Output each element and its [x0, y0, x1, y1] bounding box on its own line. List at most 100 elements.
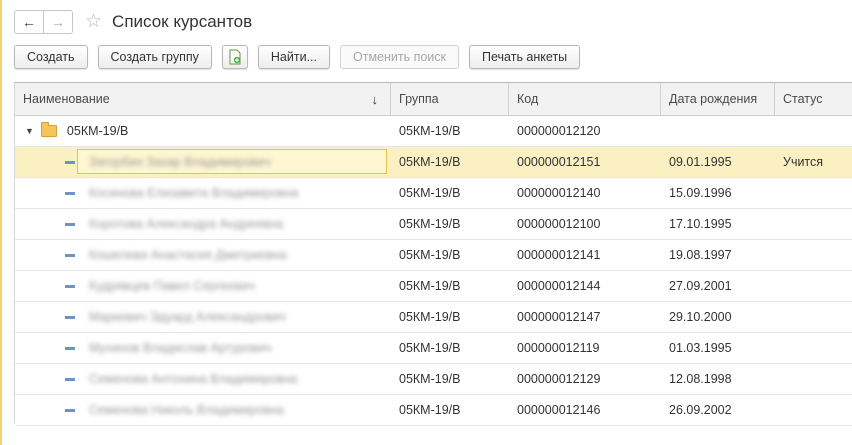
table-row[interactable]: Мухинов Владислав Артурович 05КМ-19/В 00…	[15, 333, 852, 364]
student-name: Косинова Елизавета Владимировна	[89, 186, 299, 200]
status-cell	[775, 178, 852, 208]
page-title: Список курсантов	[112, 12, 253, 31]
group-cell: 05КМ-19/В	[399, 341, 461, 355]
table-header: Наименование ↓ Группа Код Дата рождения …	[15, 83, 852, 116]
nav-buttons: ← →	[14, 10, 73, 34]
name-cell: Семенова Николь Владимировна	[15, 395, 391, 425]
name-cell: Кудрявцев Павел Сергеевич	[15, 271, 391, 301]
code-cell: 000000012119	[517, 341, 600, 355]
window-accent-line	[0, 0, 2, 445]
group-cell: 05КМ-19/В	[399, 310, 461, 324]
birth-cell: 27.09.2001	[669, 279, 732, 293]
code-cell: 000000012144	[517, 279, 601, 293]
table-row[interactable]: Маркевич Эдуард Александрович 05КМ-19/В …	[15, 302, 852, 333]
status-cell	[775, 395, 852, 425]
group-cell: 05КМ-19/В	[399, 403, 461, 417]
code-cell: 000000012129	[517, 372, 601, 386]
birth-cell: 12.08.1998	[669, 372, 732, 386]
group-cell: 05КМ-19/В	[399, 372, 461, 386]
group-row[interactable]: ▼ 05КМ-19/В 05КМ-19/В 000000012120	[15, 116, 852, 147]
item-dash-icon	[65, 315, 75, 319]
column-header-birth[interactable]: Дата рождения	[661, 83, 775, 115]
student-name: Загорбин Захар Владимирович	[89, 155, 271, 169]
status-cell	[775, 364, 852, 394]
table-row[interactable]: Семенова Антонина Владимировна 05КМ-19/В…	[15, 364, 852, 395]
table-row[interactable]: Семенова Николь Владимировна 05КМ-19/В 0…	[15, 395, 852, 426]
birth-cell: 17.10.1995	[669, 217, 732, 231]
status-cell	[775, 116, 852, 146]
name-cell: Загорбин Захар Владимирович	[15, 147, 391, 177]
birth-cell	[661, 116, 775, 146]
copy-button[interactable]	[221, 45, 248, 69]
copy-document-icon	[229, 49, 241, 65]
item-dash-icon	[65, 222, 75, 226]
item-dash-icon	[65, 191, 75, 195]
student-name: Коротова Александра Андреевна	[89, 217, 284, 231]
star-icon[interactable]: ☆	[85, 12, 102, 32]
table-row[interactable]: Кошелева Анастасия Дмитриевна 05КМ-19/В …	[15, 240, 852, 271]
birth-cell: 09.01.1995	[669, 155, 732, 169]
column-header-name[interactable]: Наименование ↓	[15, 83, 391, 115]
code-cell: 000000012151	[517, 155, 601, 169]
cancel-search-button[interactable]: Отменить поиск	[340, 45, 460, 69]
item-dash-icon	[65, 253, 75, 257]
create-group-button[interactable]: Создать группу	[97, 45, 212, 69]
name-cell: Кошелева Анастасия Дмитриевна	[15, 240, 391, 270]
group-cell: 05КМ-19/В	[399, 186, 461, 200]
students-table: Наименование ↓ Группа Код Дата рождения …	[14, 82, 852, 426]
folder-icon	[40, 122, 57, 137]
code-cell: 000000012120	[517, 124, 601, 138]
status-cell	[775, 333, 852, 363]
student-name: Кошелева Анастасия Дмитриевна	[89, 248, 287, 262]
column-header-group[interactable]: Группа	[391, 83, 509, 115]
code-cell: 000000012100	[517, 217, 601, 231]
name-cell: Мухинов Владислав Артурович	[15, 333, 391, 363]
student-name: Кудрявцев Павел Сергеевич	[89, 279, 255, 293]
group-name: 05КМ-19/В	[66, 124, 129, 138]
status-cell	[775, 209, 852, 239]
item-dash-icon	[65, 160, 75, 164]
back-button[interactable]: ←	[15, 11, 43, 33]
print-form-button[interactable]: Печать анкеты	[469, 45, 581, 69]
birth-cell: 01.03.1995	[669, 341, 732, 355]
name-cell: Маркевич Эдуард Александрович	[15, 302, 391, 332]
student-name: Семенова Антонина Владимировна	[89, 372, 298, 386]
column-header-name-label: Наименование	[23, 92, 110, 106]
birth-cell: 29.10.2000	[669, 310, 732, 324]
find-button[interactable]: Найти...	[257, 45, 330, 69]
arrow-left-icon: ←	[22, 14, 36, 30]
table-row[interactable]: Кудрявцев Павел Сергеевич 05КМ-19/В 0000…	[15, 271, 852, 302]
code-cell: 000000012146	[517, 403, 601, 417]
status-cell	[775, 302, 852, 332]
code-cell: 000000012141	[517, 248, 601, 262]
forward-button[interactable]: →	[43, 11, 72, 33]
name-cell: Коротова Александра Андреевна	[15, 209, 391, 239]
table-row[interactable]: Косинова Елизавета Владимировна 05КМ-19/…	[15, 178, 852, 209]
toolbar: Создать Создать группу Найти... Отменить…	[14, 45, 590, 69]
create-button[interactable]: Создать	[14, 45, 88, 69]
table-row[interactable]: Коротова Александра Андреевна 05КМ-19/В …	[15, 209, 852, 240]
column-header-status[interactable]: Статус	[775, 83, 852, 115]
group-cell: 05КМ-19/В	[399, 124, 461, 138]
item-dash-icon	[65, 377, 75, 381]
item-dash-icon	[65, 408, 75, 412]
birth-cell: 15.09.1996	[669, 186, 732, 200]
code-cell: 000000012140	[517, 186, 601, 200]
table-row[interactable]: Загорбин Захар Владимирович 05КМ-19/В 00…	[15, 147, 852, 178]
group-cell: 05КМ-19/В	[399, 279, 461, 293]
code-cell: 000000012147	[517, 310, 601, 324]
student-name: Семенова Николь Владимировна	[89, 403, 284, 417]
name-cell: Семенова Антонина Владимировна	[15, 364, 391, 394]
birth-cell: 19.08.1997	[669, 248, 732, 262]
group-name-cell: ▼ 05КМ-19/В	[15, 116, 391, 146]
column-header-code[interactable]: Код	[509, 83, 661, 115]
status-cell	[775, 271, 852, 301]
expand-triangle-icon[interactable]: ▼	[25, 126, 34, 136]
student-name: Маркевич Эдуард Александрович	[89, 310, 286, 324]
birth-cell: 26.09.2002	[669, 403, 732, 417]
arrow-right-icon: →	[51, 14, 65, 30]
sort-down-icon: ↓	[371, 91, 379, 107]
group-cell: 05КМ-19/В	[399, 248, 461, 262]
name-cell: Косинова Елизавета Владимировна	[15, 178, 391, 208]
status-cell: Учится	[783, 155, 824, 169]
